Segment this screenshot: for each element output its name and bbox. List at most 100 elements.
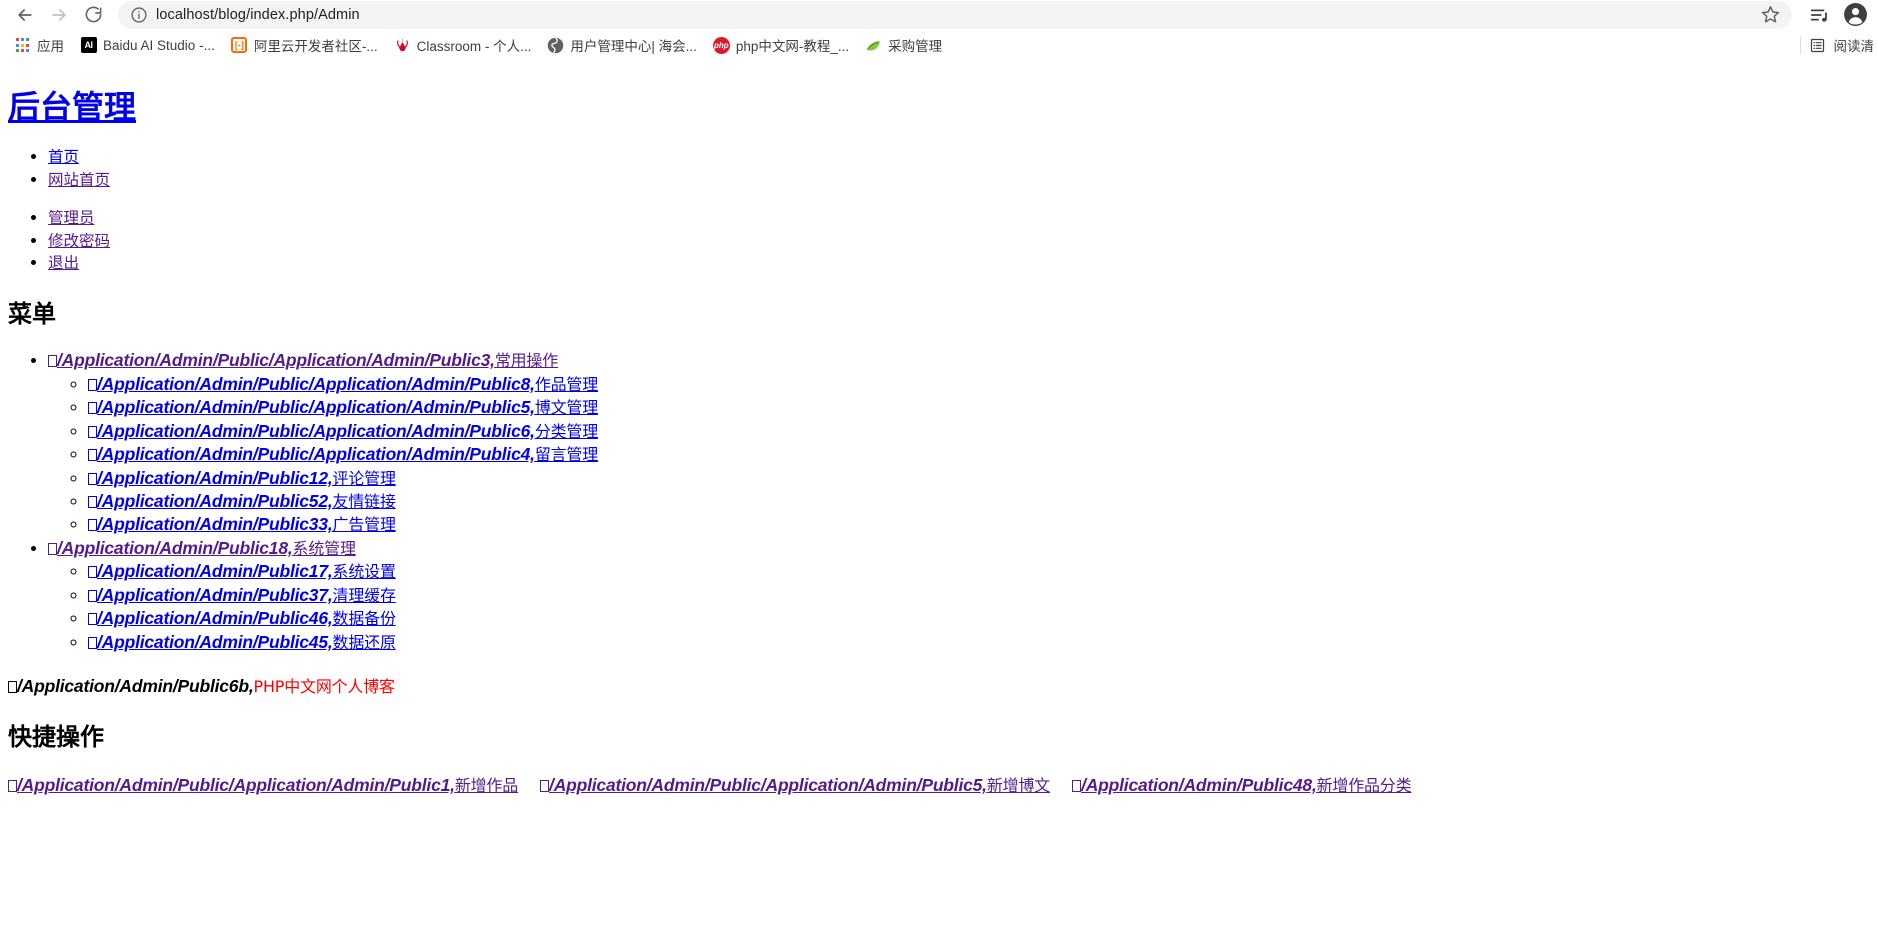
page-body: 后台管理 首页 网站首页 管理员 修改密码 退出 菜单 /Applica (0, 61, 1878, 796)
bookmark-label: 用户管理中心| 海会... (570, 39, 697, 54)
bookmark-baidu-ai-studio[interactable]: AI Baidu AI Studio -... (72, 34, 223, 57)
menu-sublist-common-ops: /Application/Admin/Public/Application/Ad… (48, 373, 1870, 537)
missing-glyph-icon (88, 636, 97, 649)
bookmark-php-cn[interactable]: php php中文网-教程_... (705, 32, 857, 58)
missing-glyph-icon (88, 472, 97, 485)
aliyun-favicon-icon: [-] (231, 37, 248, 54)
missing-glyph-icon (8, 780, 17, 793)
list-item: /Application/Admin/Public37,清理缓存 (88, 584, 1870, 607)
menu-link-name: 清理缓存 (332, 585, 396, 605)
url-text[interactable]: localhost/blog/index.php/Admin (156, 7, 1760, 23)
star-icon[interactable] (1760, 4, 1782, 26)
browser-toolbar: localhost/blog/index.php/Admin (0, 0, 1878, 29)
list-item: /Application/Admin/Public12,评论管理 (88, 467, 1870, 490)
bookmark-classroom[interactable]: Classroom - 个人... (386, 32, 540, 58)
menu-link-system-management[interactable]: /Application/Admin/Public18,系统管理 (48, 538, 356, 558)
menu-link-data-restore[interactable]: /Application/Admin/Public45,数据还原 (88, 632, 396, 652)
menu-link-name: 博文管理 (534, 398, 599, 418)
reading-list-icon[interactable] (1809, 37, 1826, 54)
menu-link-path: /Application/Admin/Public37, (97, 584, 333, 605)
menu-group-system-management: /Application/Admin/Public18,系统管理 /Applic… (48, 537, 1870, 654)
menu-link-path: /Application/Admin/Public/Application/Ad… (97, 397, 535, 418)
menu-link-ad-management[interactable]: /Application/Admin/Public33,广告管理 (88, 514, 396, 534)
bookmark-user-center[interactable]: 用户管理中心| 海会... (539, 32, 705, 58)
menu-link-message-management[interactable]: /Application/Admin/Public/Application/Ad… (88, 444, 598, 464)
menu-link-data-backup[interactable]: /Application/Admin/Public46,数据备份 (88, 608, 396, 628)
nav-link-logout[interactable]: 退出 (48, 254, 79, 272)
missing-glyph-icon (88, 613, 97, 626)
menu-link-name: 数据备份 (332, 609, 396, 629)
menu-link-path: /Application/Admin/Public/Application/Ad… (97, 444, 535, 465)
bookmark-purchase-management[interactable]: 采购管理 (857, 32, 950, 58)
menu-link-path: /Application/Admin/Public33, (97, 514, 333, 535)
back-icon[interactable] (10, 1, 40, 29)
menu-link-name: 留言管理 (534, 445, 599, 465)
menu-link-comment-management[interactable]: /Application/Admin/Public12,评论管理 (88, 468, 396, 488)
page-title-link[interactable]: 后台管理 (8, 89, 136, 125)
bookmark-apps[interactable]: 应用 (6, 32, 72, 58)
menu-link-system-settings[interactable]: /Application/Admin/Public17,系统设置 (88, 561, 396, 581)
toolbar-right-actions (1802, 2, 1868, 28)
quick-link-name: 新增作品分类 (1316, 776, 1412, 796)
nav-link-site-home[interactable]: 网站首页 (48, 171, 110, 189)
missing-glyph-icon (88, 378, 97, 391)
footer-credit-line: /Application/Admin/Public6b,PHP中文网个人博客 (8, 673, 1870, 697)
media-playlist-icon[interactable] (1806, 2, 1832, 28)
list-item: /Application/Admin/Public45,数据还原 (88, 631, 1870, 654)
page-viewport: 后台管理 首页 网站首页 管理员 修改密码 退出 菜单 /Applica (0, 61, 1878, 952)
list-item: 修改密码 (48, 230, 1870, 252)
bookmark-label: Classroom - 个人... (416, 39, 532, 54)
profile-avatar-icon[interactable] (1842, 2, 1868, 28)
bookmark-label: 阿里云开发者社区-... (253, 39, 378, 54)
menu-link-name: 系统管理 (292, 538, 356, 558)
menu-link-path: /Application/Admin/Public17, (97, 561, 333, 582)
quick-actions-row: /Application/Admin/Public/Application/Ad… (8, 772, 1870, 796)
reading-list-label[interactable]: 阅读清 (1834, 35, 1875, 55)
nav-link-home[interactable]: 首页 (48, 148, 79, 166)
list-item: /Application/Admin/Public52,友情链接 (88, 490, 1870, 513)
baidu-ai-favicon-icon: AI (80, 37, 97, 54)
list-item: /Application/Admin/Public46,数据备份 (88, 607, 1870, 630)
menu-link-name: 广告管理 (332, 515, 396, 535)
list-item: 退出 (48, 252, 1870, 274)
quick-link-new-work[interactable]: /Application/Admin/Public/Application/Ad… (8, 772, 518, 796)
menu-link-common-ops[interactable]: /Application/Admin/Public/Application/Ad… (48, 350, 558, 370)
nav-link-change-password[interactable]: 修改密码 (48, 232, 110, 250)
missing-glyph-icon (88, 519, 97, 532)
quick-link-new-blog[interactable]: /Application/Admin/Public/Application/Ad… (540, 772, 1050, 796)
info-circle-icon[interactable] (130, 6, 148, 24)
list-item: /Application/Admin/Public/Application/Ad… (88, 396, 1870, 419)
quick-link-path: /Application/Admin/Public/Application/Ad… (549, 775, 987, 796)
quick-link-name: 新增作品 (454, 776, 519, 796)
reload-icon[interactable] (78, 1, 108, 29)
menu-link-category-management[interactable]: /Application/Admin/Public/Application/Ad… (88, 421, 598, 441)
menu-link-path: /Application/Admin/Public18, (57, 537, 293, 558)
omnibox[interactable]: localhost/blog/index.php/Admin (118, 0, 1792, 29)
nav-link-admin[interactable]: 管理员 (48, 209, 95, 227)
menu-link-path: /Application/Admin/Public/Application/Ad… (57, 350, 495, 371)
list-item: /Application/Admin/Public/Application/Ad… (88, 443, 1870, 466)
quick-link-path: /Application/Admin/Public48, (1081, 775, 1317, 796)
bookmark-aliyun-developer[interactable]: [-] 阿里云开发者社区-... (223, 32, 386, 58)
quick-link-path: /Application/Admin/Public/Application/Ad… (17, 775, 455, 796)
menu-link-name: 系统设置 (332, 562, 396, 582)
divider (1799, 36, 1801, 54)
globe-favicon-icon (547, 37, 564, 54)
footer-path: /Application/Admin/Public6b, (17, 676, 254, 697)
forward-icon[interactable] (44, 1, 74, 29)
menu-link-works-management[interactable]: /Application/Admin/Public/Application/Ad… (88, 374, 598, 394)
missing-glyph-icon (88, 496, 97, 508)
page-title: 后台管理 (8, 89, 1870, 125)
menu-link-friend-links[interactable]: /Application/Admin/Public52,友情链接 (88, 491, 396, 511)
quick-actions-heading: 快捷操作 (8, 724, 104, 752)
menu-link-clear-cache[interactable]: /Application/Admin/Public37,清理缓存 (88, 585, 396, 605)
missing-glyph-icon (1072, 780, 1082, 793)
menu-link-blog-management[interactable]: /Application/Admin/Public/Application/Ad… (88, 397, 598, 417)
menu-link-name: 数据还原 (332, 632, 396, 652)
missing-glyph-icon (88, 425, 97, 438)
quick-link-new-work-category[interactable]: /Application/Admin/Public48,新增作品分类 (1072, 772, 1412, 796)
menu-link-name: 常用操作 (494, 351, 559, 371)
bookmark-label: php中文网-教程_... (735, 39, 850, 54)
menu-link-path: /Application/Admin/Public/Application/Ad… (97, 420, 535, 441)
list-item: /Application/Admin/Public/Application/Ad… (88, 420, 1870, 443)
